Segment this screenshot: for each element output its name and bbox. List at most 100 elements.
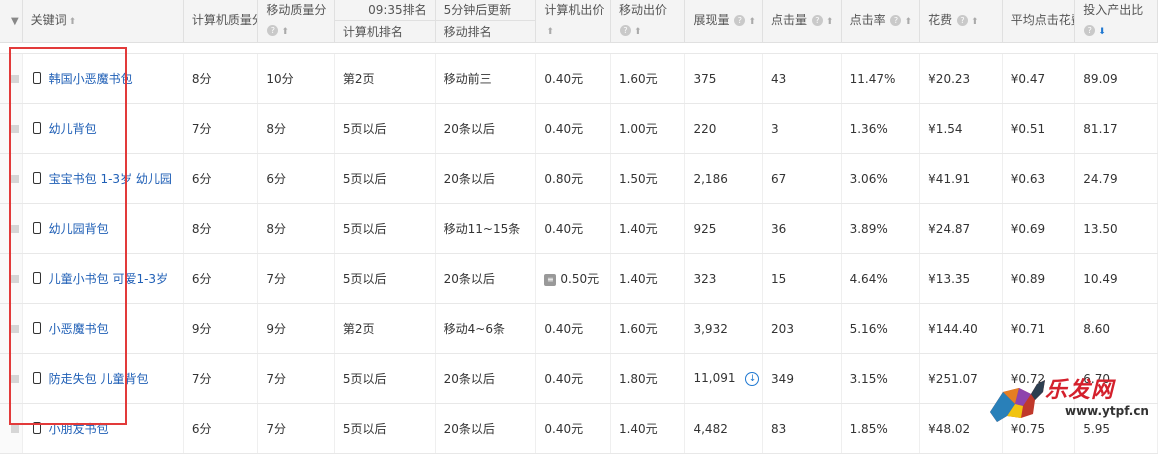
mobile-bid-cell[interactable]: 1.40元: [610, 203, 686, 254]
roi-cell: 6.70: [1074, 353, 1158, 404]
mobile-rank-cell: 移动前三: [435, 53, 537, 104]
help-icon[interactable]: ?: [811, 15, 823, 26]
table-row[interactable]: 幼儿园背包 8分 8分 5页以后 移动11~15条 0.40元 1.40元 925 36 3.89…: [0, 203, 1158, 254]
row-handle[interactable]: [10, 224, 19, 233]
keyword-column-header[interactable]: 关键词 ⬆: [22, 0, 184, 43]
pc-bid-cell[interactable]: 0.40元: [535, 103, 611, 154]
sort-up-icon[interactable]: ⬆: [281, 27, 289, 37]
row-select-cell[interactable]: [0, 203, 23, 254]
keyword-link[interactable]: 宝宝书包 1-3岁 幼儿园: [49, 172, 172, 186]
row-handle[interactable]: [10, 74, 19, 83]
table-row[interactable]: 防走失包 儿童背包 7分 7分 5页以后 20条以后 0.40元 1.80元 11,091 ↓ 3…: [0, 353, 1158, 404]
sort-up-icon[interactable]: ⬆: [634, 27, 642, 37]
pc-bid-cell[interactable]: 0.40元: [535, 353, 611, 404]
keyword-link[interactable]: 幼儿背包: [49, 122, 97, 136]
impressions-column-header[interactable]: 展现量 ? ⬆: [684, 0, 764, 43]
table-row[interactable]: 儿童小书包 可爱1-3岁 6分 7分 5页以后 20条以后 ≡ 0.50元 1.40元 323 1…: [0, 253, 1158, 304]
help-icon[interactable]: ?: [734, 15, 746, 26]
sort-up-icon[interactable]: ⬆: [971, 17, 979, 27]
table-row[interactable]: 小恶魔书包 9分 9分 第2页 移动4~6条 0.40元 1.60元 3,932 203 5.16…: [0, 303, 1158, 354]
ctr-cell: 4.64%: [841, 253, 921, 304]
impressions-cell: 925: [684, 203, 764, 254]
chevron-down-icon[interactable]: ▼: [11, 16, 19, 27]
sort-up-icon[interactable]: ⬆: [546, 27, 554, 37]
pc-bid-column-header[interactable]: 计算机出价 ⬆: [535, 0, 611, 43]
mobile-bid-cell[interactable]: 1.40元: [610, 403, 686, 454]
mobile-rank-cell: 20条以后: [435, 103, 537, 154]
mobile-bid-cell[interactable]: 1.00元: [610, 103, 686, 154]
help-icon[interactable]: ?: [957, 15, 969, 26]
cost-cell: ¥20.23: [919, 53, 1003, 104]
row-handle[interactable]: [10, 124, 19, 133]
mobile-rank-cell: 移动11~15条: [435, 203, 537, 254]
clicks-cell: 15: [762, 253, 842, 304]
help-icon[interactable]: ?: [1084, 25, 1096, 36]
row-select-cell[interactable]: [0, 103, 23, 154]
sort-up-icon[interactable]: ⬆: [826, 17, 834, 27]
table-row[interactable]: 小朋友书包 6分 7分 5页以后 20条以后 0.40元 1.40元 4,482 83 1.85%…: [0, 403, 1158, 454]
row-handle[interactable]: [10, 274, 19, 283]
row-select-cell[interactable]: [0, 153, 23, 204]
help-icon[interactable]: ?: [619, 25, 631, 36]
row-select-cell[interactable]: [0, 53, 23, 104]
row-handle[interactable]: [10, 324, 19, 333]
pc-bid-cell[interactable]: 0.40元: [535, 303, 611, 354]
pc-bid-cell[interactable]: 0.40元: [535, 403, 611, 454]
row-handle[interactable]: [10, 424, 19, 433]
pc-quality-cell: 6分: [183, 403, 259, 454]
sort-up-icon[interactable]: ⬆: [748, 17, 756, 27]
cost-column-header[interactable]: 花费 ? ⬆: [919, 0, 1003, 43]
mobile-quality-column-header[interactable]: 移动质量分? ⬆: [257, 0, 335, 43]
mobile-bid-cell[interactable]: 1.60元: [610, 53, 686, 104]
help-icon[interactable]: ?: [267, 25, 279, 36]
row-select-cell[interactable]: [0, 303, 23, 354]
keyword-link[interactable]: 儿童小书包 可爱1-3岁: [49, 272, 168, 286]
pc-bid-cell[interactable]: 0.40元: [535, 203, 611, 254]
keyword-cell: 幼儿背包: [22, 103, 184, 154]
sort-down-active-icon[interactable]: ⬇: [1098, 27, 1106, 37]
keyword-link[interactable]: 幼儿园背包: [49, 222, 109, 236]
mobile-bid-cell[interactable]: 1.40元: [610, 253, 686, 304]
bid-edit-icon[interactable]: ≡: [544, 273, 557, 286]
roi-column-header[interactable]: 投入产出比? ⬇: [1074, 0, 1158, 43]
pc-bid-cell[interactable]: ≡ 0.50元: [535, 253, 611, 304]
roi-cell: 13.50: [1074, 203, 1158, 254]
mobile-rank-column-header[interactable]: 移动排名: [435, 20, 537, 43]
clicks-column-header[interactable]: 点击量 ? ⬆: [762, 0, 842, 43]
help-icon[interactable]: ?: [890, 15, 902, 26]
row-handle[interactable]: [10, 374, 19, 383]
row-select-cell[interactable]: [0, 403, 23, 454]
ctr-column-header[interactable]: 点击率 ? ⬆: [841, 0, 921, 43]
pc-rank-column-header[interactable]: 计算机排名: [334, 20, 436, 43]
row-select-cell[interactable]: [0, 253, 23, 304]
pc-bid-cell[interactable]: 0.80元: [535, 153, 611, 204]
table-row[interactable]: 宝宝书包 1-3岁 幼儿园 6分 6分 5页以后 20条以后 0.80元 1.50元 2,18…: [0, 153, 1158, 204]
collapse-column-header[interactable]: ▼: [0, 0, 23, 43]
mobile-bid-cell[interactable]: 1.80元: [610, 353, 686, 404]
mobile-rank-cell: 20条以后: [435, 353, 537, 404]
pc-quality-column-header[interactable]: 计算机质量分 ?⬆: [183, 0, 259, 43]
mobile-bid-column-header[interactable]: 移动出价? ⬆: [610, 0, 686, 43]
pc-bid-cell[interactable]: 0.40元: [535, 53, 611, 104]
table-row[interactable]: 幼儿背包 7分 8分 5页以后 20条以后 0.40元 1.00元 220 3 1.36% ¥1.5…: [0, 103, 1158, 154]
row-select-cell[interactable]: [0, 353, 23, 404]
mobile-bid-cell[interactable]: 1.60元: [610, 303, 686, 354]
keyword-link[interactable]: 防走失包 儿童背包: [49, 372, 149, 386]
roi-cell: 5.95: [1074, 403, 1158, 454]
roi-cell: 81.17: [1074, 103, 1158, 154]
mobile-quality-cell: 9分: [257, 303, 335, 354]
sort-up-icon[interactable]: ⬆: [69, 17, 77, 27]
avg-cpc-column-header[interactable]: 平均点击花费?⬆: [1002, 0, 1076, 43]
row-handle[interactable]: [10, 174, 19, 183]
keyword-link[interactable]: 小朋友书包: [49, 422, 109, 436]
pc-quality-cell: 7分: [183, 353, 259, 404]
keyword-link[interactable]: 小恶魔书包: [49, 322, 109, 336]
keyword-link[interactable]: 韩国小恶魔书包: [49, 72, 133, 86]
mobile-bid-cell[interactable]: 1.50元: [610, 153, 686, 204]
roi-cell: 24.79: [1074, 153, 1158, 204]
download-icon[interactable]: ↓: [745, 371, 760, 386]
sort-up-icon[interactable]: ⬆: [904, 17, 912, 27]
ctr-cell: 3.89%: [841, 203, 921, 254]
avg-cpc-cell: ¥0.75: [1002, 403, 1076, 454]
table-row[interactable]: 韩国小恶魔书包 8分 10分 第2页 移动前三 0.40元 1.60元 375 43 11.47%…: [0, 53, 1158, 104]
